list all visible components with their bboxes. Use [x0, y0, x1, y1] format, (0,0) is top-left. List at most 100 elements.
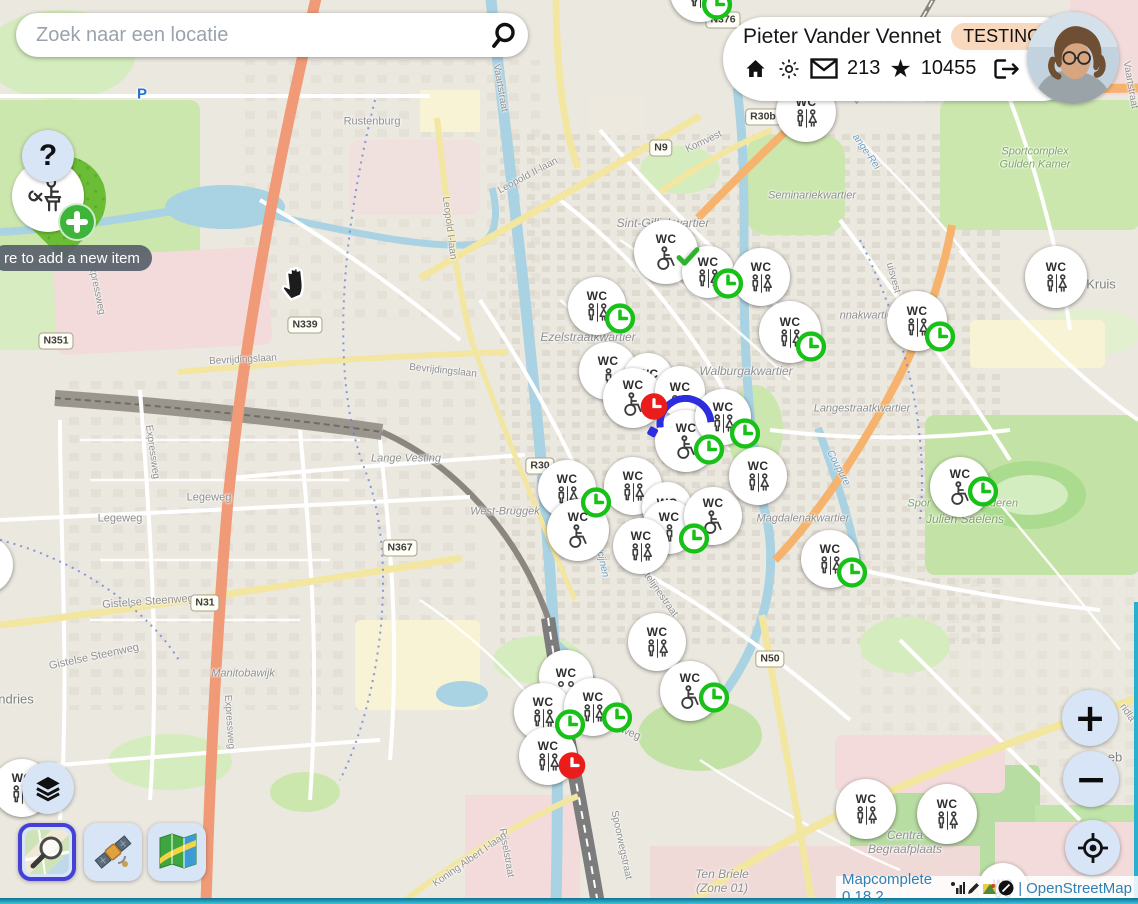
star-icon: ★	[889, 56, 911, 81]
geolocate-button[interactable]	[1065, 820, 1120, 875]
clock-green-opening-hours-badge	[968, 476, 999, 512]
bottom-edge-strip	[0, 898, 1138, 904]
marker-wc-label: WC	[820, 543, 841, 555]
clock-green-opening-hours-badge	[555, 709, 586, 745]
marker-wc-label: WC	[659, 511, 680, 523]
user-name[interactable]: Pieter Vander Vennet	[743, 25, 941, 49]
toilet-marker-mw[interactable]: WC	[836, 779, 896, 839]
marker-wc-label: WC	[583, 691, 604, 703]
clock-green-opening-hours-badge	[713, 268, 744, 304]
geolocate-crosshair-icon	[1076, 831, 1110, 865]
mw-figure-icon	[628, 543, 655, 562]
marker-wc-label: WC	[748, 460, 769, 472]
search-input[interactable]	[34, 23, 488, 48]
clock-green-opening-hours-badge	[602, 702, 633, 738]
clock-green-opening-hours-badge	[699, 682, 730, 718]
toilet-marker-mw[interactable]: WC	[628, 613, 686, 671]
osm-map-icon	[25, 830, 69, 874]
zoom-in-icon: +	[1074, 696, 1106, 740]
marker-wc-label: WC	[533, 696, 554, 708]
settings-gear-icon[interactable]	[777, 57, 801, 81]
marker-wc-label: WC	[647, 626, 668, 638]
attribution-separator: |	[1018, 880, 1022, 897]
marker-wc-label: WC	[680, 672, 701, 684]
basemap-style-satellite-button[interactable]	[84, 823, 142, 881]
map-markers-layer: WC WC WC WC WC WC WC WC WC WC WC WC WC W…	[0, 0, 1138, 904]
marker-wc-label: WC	[656, 233, 677, 245]
edit-pencil-icon[interactable]	[966, 881, 981, 896]
marker-wc-label: WC	[907, 305, 928, 317]
toilet-marker-mw[interactable]: WC	[917, 784, 977, 844]
help-label: ?	[39, 139, 57, 173]
wheelchair-figure-icon	[565, 524, 591, 550]
marker-wc-label: WC	[631, 530, 652, 542]
zoom-out-icon: −	[1075, 757, 1107, 801]
clock-green-opening-hours-badge	[730, 418, 761, 454]
statistics-icon[interactable]	[950, 881, 965, 895]
attribution-osm-icon[interactable]	[998, 880, 1014, 896]
tooltip-text: re to add a new item	[4, 250, 140, 267]
toilet-marker-mw[interactable]: WC	[1025, 246, 1087, 308]
logout-icon[interactable]	[993, 57, 1020, 81]
clock-green-opening-hours-badge	[925, 321, 956, 357]
hand-cursor	[276, 260, 318, 309]
add-item-tooltip: re to add a new item	[0, 245, 152, 271]
marker-wc-label: WC	[856, 793, 877, 805]
message-count: 213	[847, 57, 880, 80]
mw-figure-icon	[644, 639, 671, 658]
toilet-marker-mw[interactable]: WC	[0, 536, 13, 594]
mw-figure-icon	[793, 109, 820, 128]
layers-button[interactable]	[22, 762, 74, 814]
home-icon[interactable]	[743, 57, 768, 81]
marker-wc-label: WC	[587, 290, 608, 302]
messages-icon[interactable]	[810, 58, 838, 79]
marker-wc-label: WC	[1046, 261, 1067, 273]
marker-wc-label: WC	[598, 355, 619, 367]
layers-icon	[34, 774, 62, 802]
help-button[interactable]: ?	[22, 130, 74, 182]
checkmark-badge	[675, 243, 702, 275]
satellite-icon	[92, 831, 134, 873]
map-viewport[interactable]: Brugge- Sint-PietersRustenburgPSint-Gill…	[0, 0, 1138, 904]
search-bar	[16, 13, 528, 57]
toilet-marker-mw[interactable]: WC	[613, 518, 669, 574]
zoom-in-button[interactable]: +	[1062, 690, 1118, 746]
toilet-marker-mw[interactable]: WC	[729, 447, 787, 505]
clock-green-opening-hours-badge	[679, 523, 710, 559]
star-count: 10455	[921, 57, 977, 80]
basemap-style-osm-button[interactable]	[18, 823, 76, 881]
mw-figure-icon	[748, 274, 775, 293]
clock-green-opening-hours-badge	[605, 303, 636, 339]
marker-wc-label: WC	[780, 316, 801, 328]
clock-red-opening-hours-badge	[558, 751, 587, 785]
search-icon[interactable]	[488, 20, 518, 50]
marker-wc-label: WC	[557, 473, 578, 485]
mw-figure-icon	[745, 473, 772, 492]
marker-wc-label: WC	[751, 261, 772, 273]
mw-figure-icon	[934, 811, 961, 830]
clock-red-opening-hours-badge	[640, 392, 669, 426]
user-avatar[interactable]	[1027, 12, 1119, 104]
clock-green-opening-hours-badge	[796, 331, 827, 367]
mw-figure-icon	[853, 806, 880, 825]
theme-logo-icon[interactable]	[982, 881, 997, 896]
clock-green-opening-hours-badge	[694, 434, 725, 470]
marker-wc-label: WC	[713, 401, 734, 413]
marker-wc-label: WC	[556, 667, 577, 679]
mw-figure-icon	[1043, 274, 1070, 293]
attribution-bar: Mapcomplete 0.18.2 | OpenStreetMap	[836, 876, 1138, 900]
panel-edge-strip	[1134, 602, 1138, 904]
marker-wc-label: WC	[703, 497, 724, 509]
mw-figure-icon	[530, 709, 557, 728]
add-item-plus-icon[interactable]	[58, 203, 96, 241]
marker-wc-label: WC	[623, 379, 644, 391]
world-map-icon	[156, 832, 198, 872]
marker-wc-label: WC	[623, 470, 644, 482]
zoom-out-button[interactable]: −	[1063, 751, 1119, 807]
clock-green-opening-hours-badge	[837, 557, 868, 593]
basemap-style-map-button[interactable]	[148, 823, 206, 881]
clock-green-opening-hours-badge	[702, 0, 733, 25]
attribution-osm-link[interactable]: OpenStreetMap	[1026, 880, 1132, 897]
marker-wc-label: WC	[670, 381, 691, 393]
clock-green-opening-hours-badge	[581, 487, 612, 523]
